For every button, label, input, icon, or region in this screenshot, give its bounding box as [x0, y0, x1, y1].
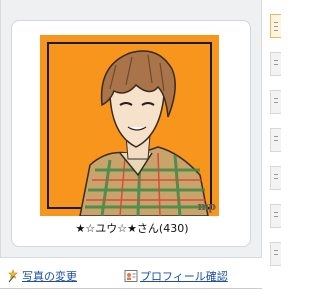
confirm-profile-link[interactable]: プロフィール確認 [124, 268, 228, 284]
confirm-profile-label: プロフィール確認 [140, 270, 228, 283]
profile-panel: mp ★☆ユウ☆★さん(430) [0, 0, 262, 258]
right-sidebar-edge [262, 0, 281, 298]
sidebar-tab[interactable] [270, 90, 281, 114]
avatar-illustration [79, 50, 209, 216]
profile-photo[interactable]: mp [40, 35, 219, 216]
sidebar-tab-active[interactable] [270, 14, 281, 38]
sidebar-tab[interactable] [270, 52, 281, 76]
divider [0, 288, 262, 289]
profile-name: ★☆ユウ☆★さん(430) [75, 222, 189, 235]
profile-card-icon [124, 269, 138, 283]
profile-photo-widget: mp ★☆ユウ☆★さん(430) 写真の変更 プロフィール確認 [0, 0, 281, 298]
photo-watermark: mp [197, 200, 216, 213]
sidebar-tab[interactable] [270, 166, 281, 190]
change-photo-label: 写真の変更 [22, 270, 77, 283]
sidebar-tab[interactable] [270, 128, 281, 152]
profile-actions: 写真の変更 プロフィール確認 [0, 262, 262, 288]
sidebar-tab[interactable] [270, 242, 281, 266]
change-photo-link[interactable]: 写真の変更 [6, 268, 77, 284]
wand-sparkle-icon [6, 269, 20, 283]
sidebar-tab[interactable] [270, 204, 281, 228]
